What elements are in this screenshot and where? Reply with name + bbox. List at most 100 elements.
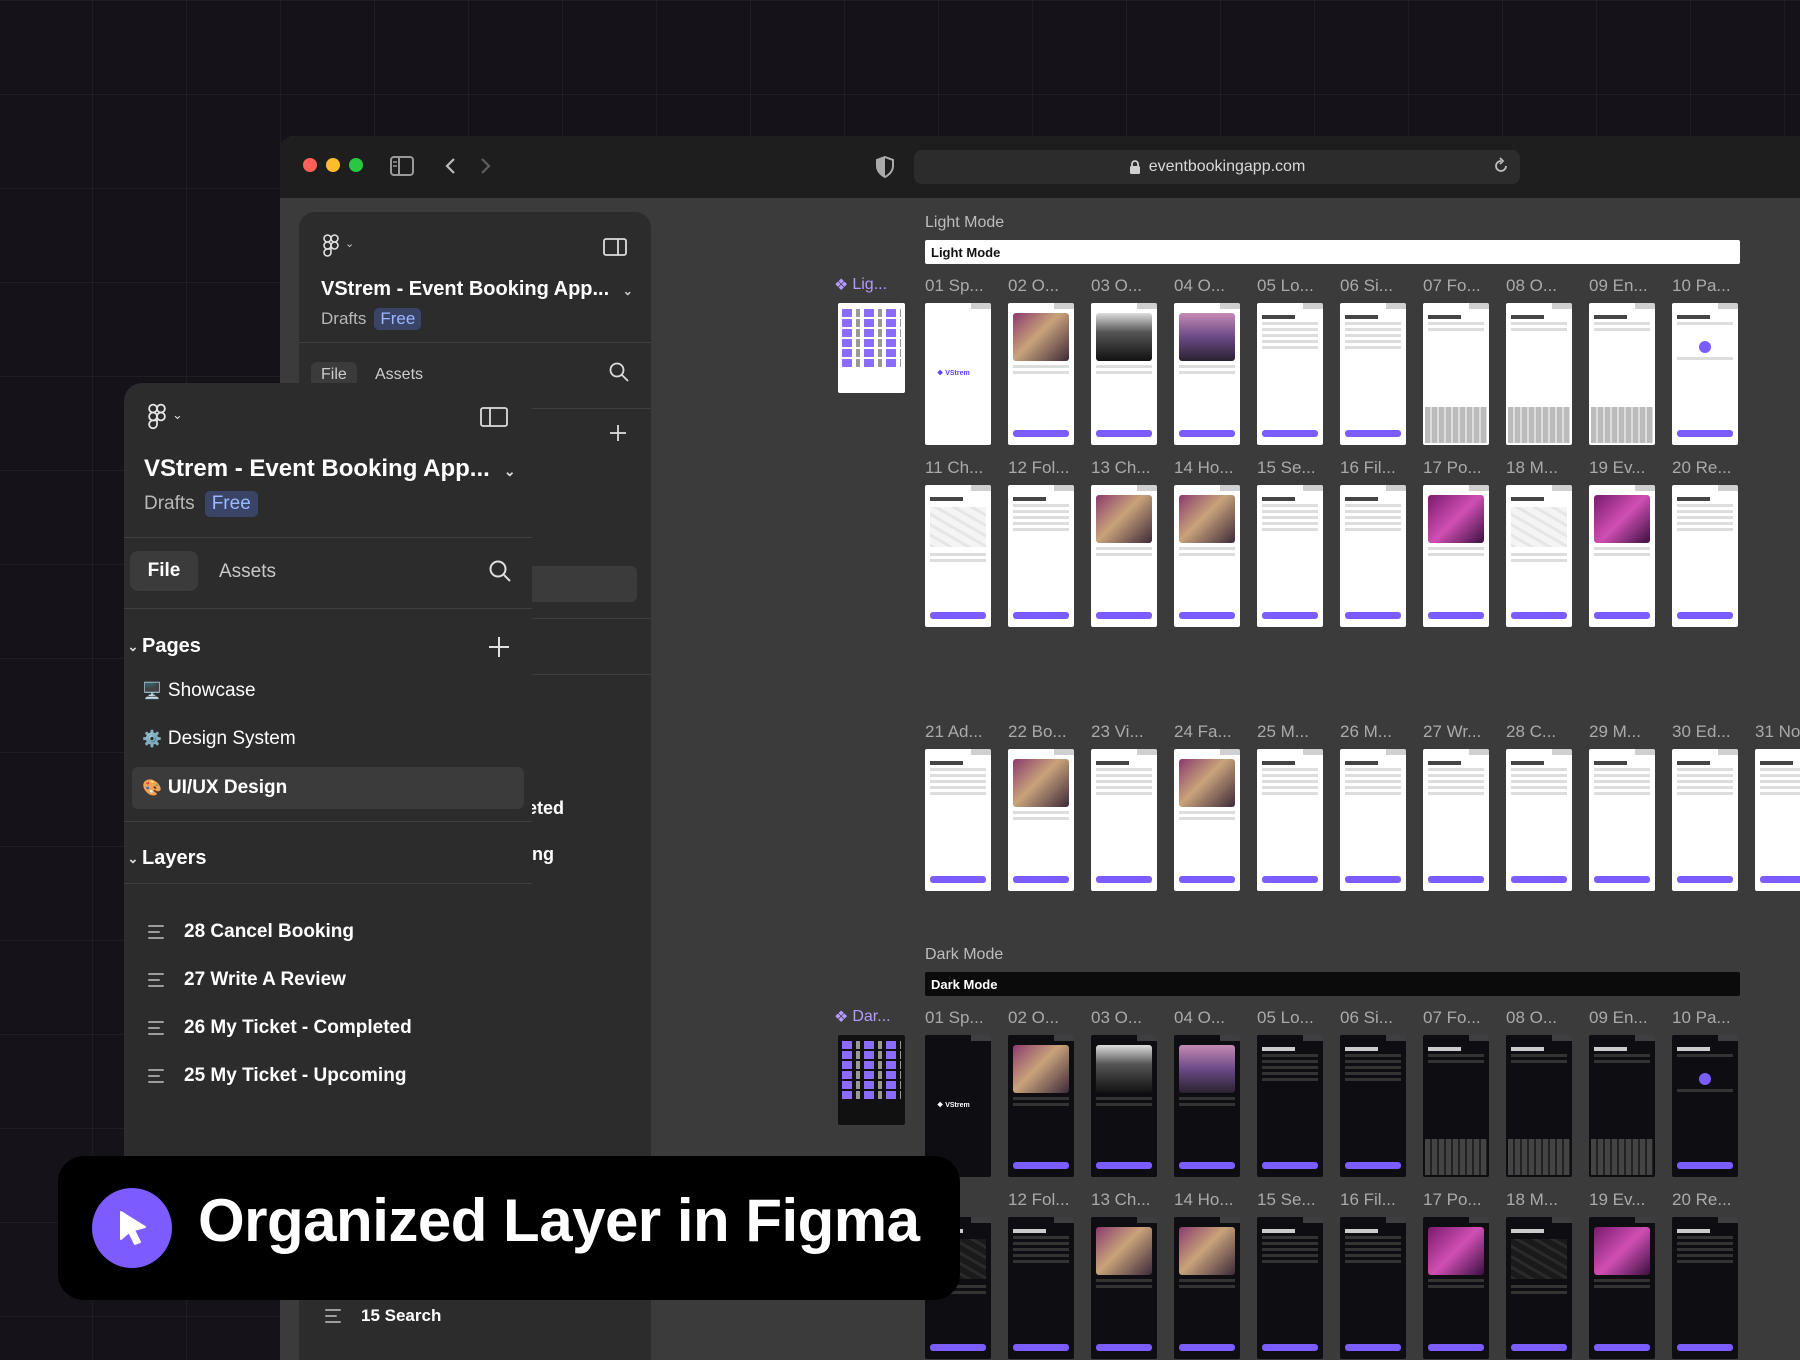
frame-label[interactable]: 10 Pa... [1672, 1008, 1731, 1028]
file-title[interactable]: VStrem - Event Booking App... ⌄ [321, 278, 633, 301]
figma-logo-icon[interactable] [323, 234, 339, 258]
frame-thumbnail[interactable] [1257, 1217, 1323, 1359]
frame-label[interactable]: 19 Ev... [1589, 458, 1645, 478]
frame-thumbnail[interactable] [1174, 1217, 1240, 1359]
frame-label[interactable]: 12 Fol... [1008, 458, 1069, 478]
frame-label[interactable]: 21 Ad... [925, 722, 983, 742]
frame-label[interactable]: 23 Vi... [1091, 722, 1144, 742]
frame-thumbnail[interactable] [1672, 1217, 1738, 1359]
frame-thumbnail[interactable] [1174, 1035, 1240, 1177]
forward-arrow-icon[interactable] [480, 157, 492, 175]
frame-label[interactable]: 20 Re... [1672, 1190, 1732, 1210]
frame-thumbnail[interactable] [1755, 749, 1800, 891]
frame-thumbnail[interactable] [1589, 749, 1655, 891]
address-bar[interactable]: eventbookingapp.com [914, 150, 1520, 184]
frame-label[interactable]: 08 O... [1506, 276, 1557, 296]
frame-label[interactable]: 20 Re... [1672, 458, 1732, 478]
frame-thumbnail[interactable] [1340, 1035, 1406, 1177]
frame-thumbnail[interactable] [1091, 1217, 1157, 1359]
frame-label[interactable]: 25 M... [1257, 722, 1309, 742]
dark-component-thumbnail[interactable] [838, 1035, 905, 1125]
frame-thumbnail[interactable] [1257, 485, 1323, 627]
frame-thumbnail[interactable] [1589, 303, 1655, 445]
layer-item-my-ticket-upcoming[interactable]: 25 My Ticket - Upcoming [148, 1065, 406, 1087]
tab-assets[interactable]: Assets [219, 561, 276, 583]
frame-label[interactable]: 14 Ho... [1174, 1190, 1234, 1210]
light-mode-bar[interactable]: Light Mode [925, 240, 1740, 264]
close-window-button[interactable] [303, 158, 317, 172]
frame-label[interactable]: 24 Fa... [1174, 722, 1232, 742]
dark-component-label[interactable]: ❖ Dar... [834, 1007, 891, 1027]
frame-thumbnail[interactable] [1257, 749, 1323, 891]
frame-label[interactable]: 29 M... [1589, 722, 1641, 742]
frame-label[interactable]: 04 O... [1174, 276, 1225, 296]
frame-thumbnail[interactable] [1091, 485, 1157, 627]
frame-thumbnail[interactable] [1506, 749, 1572, 891]
maximize-window-button[interactable] [349, 158, 363, 172]
back-arrow-icon[interactable] [444, 157, 456, 175]
frame-label[interactable]: 01 Sp... [925, 1008, 984, 1028]
frame-thumbnail[interactable] [1589, 485, 1655, 627]
chevron-down-icon[interactable]: ⌄ [172, 407, 183, 423]
plus-icon[interactable] [488, 636, 510, 658]
frame-thumbnail[interactable] [925, 485, 991, 627]
frame-thumbnail[interactable] [1174, 485, 1240, 627]
frame-label[interactable]: 11 Ch... [925, 458, 983, 478]
frame-thumbnail[interactable] [1008, 485, 1074, 627]
frame-thumbnail[interactable] [1340, 1217, 1406, 1359]
frame-label[interactable]: 17 Po... [1423, 458, 1482, 478]
frame-label[interactable]: 22 Bo... [1008, 722, 1067, 742]
search-icon[interactable] [488, 559, 512, 583]
frame-label[interactable]: 13 Ch... [1091, 458, 1151, 478]
frame-label[interactable]: 02 O... [1008, 276, 1059, 296]
chevron-down-icon[interactable]: ⌄ [345, 237, 354, 250]
frame-label[interactable]: 02 O... [1008, 1008, 1059, 1028]
frame-thumbnail[interactable] [1091, 749, 1157, 891]
frame-thumbnail[interactable] [1589, 1035, 1655, 1177]
frame-thumbnail[interactable] [1506, 1217, 1572, 1359]
page-item-design-system[interactable]: ⚙️ Design System [132, 718, 524, 760]
frame-label[interactable]: 13 Ch... [1091, 1190, 1151, 1210]
frame-thumbnail[interactable] [1091, 1035, 1157, 1177]
frame-thumbnail[interactable] [1672, 485, 1738, 627]
pages-section-header[interactable]: ⌄ Pages [124, 635, 201, 658]
frame-thumbnail[interactable] [1340, 303, 1406, 445]
frame-label[interactable]: 16 Fil... [1340, 458, 1396, 478]
frame-thumbnail[interactable] [1423, 1035, 1489, 1177]
frame-label[interactable]: 09 En... [1589, 276, 1648, 296]
layer-item-cancel-booking[interactable]: 28 Cancel Booking [148, 921, 354, 943]
frame-thumbnail[interactable] [1423, 1217, 1489, 1359]
frame-thumbnail[interactable] [1589, 1217, 1655, 1359]
light-component-label[interactable]: ❖ Lig... [834, 275, 887, 295]
tab-assets[interactable]: Assets [375, 366, 423, 384]
frame-label[interactable]: 05 Lo... [1257, 276, 1314, 296]
frame-label[interactable]: 06 Si... [1340, 276, 1393, 296]
frame-thumbnail[interactable] [1423, 749, 1489, 891]
file-title[interactable]: VStrem - Event Booking App... ⌄ [144, 455, 516, 483]
layer-item[interactable]: 15 Search [325, 1306, 441, 1326]
frame-label[interactable]: 03 O... [1091, 1008, 1142, 1028]
frame-label[interactable]: 31 No [1755, 722, 1800, 742]
frame-label[interactable]: 07 Fo... [1423, 276, 1481, 296]
frame-thumbnail[interactable] [1506, 303, 1572, 445]
frame-thumbnail[interactable] [1340, 749, 1406, 891]
shield-icon[interactable] [876, 156, 894, 178]
sidebar-toggle-icon[interactable] [603, 238, 627, 256]
frame-label[interactable]: 05 Lo... [1257, 1008, 1314, 1028]
frame-thumbnail[interactable] [1174, 303, 1240, 445]
frame-label[interactable]: 07 Fo... [1423, 1008, 1481, 1028]
frame-thumbnail[interactable] [1506, 485, 1572, 627]
minimize-window-button[interactable] [326, 158, 340, 172]
frame-label[interactable]: 16 Fil... [1340, 1190, 1396, 1210]
frame-thumbnail[interactable] [1506, 1035, 1572, 1177]
light-component-thumbnail[interactable] [838, 303, 905, 393]
frame-label[interactable]: 19 Ev... [1589, 1190, 1645, 1210]
dark-mode-bar[interactable]: Dark Mode [925, 972, 1740, 996]
frame-thumbnail[interactable] [1423, 303, 1489, 445]
reload-icon[interactable] [1492, 157, 1510, 175]
layer-item-write-a-review[interactable]: 27 Write A Review [148, 969, 346, 991]
frame-label[interactable]: 09 En... [1589, 1008, 1648, 1028]
figma-logo-icon[interactable] [148, 403, 166, 431]
layer-item-my-ticket-completed[interactable]: 26 My Ticket - Completed [148, 1017, 412, 1039]
frame-label[interactable]: 14 Ho... [1174, 458, 1234, 478]
